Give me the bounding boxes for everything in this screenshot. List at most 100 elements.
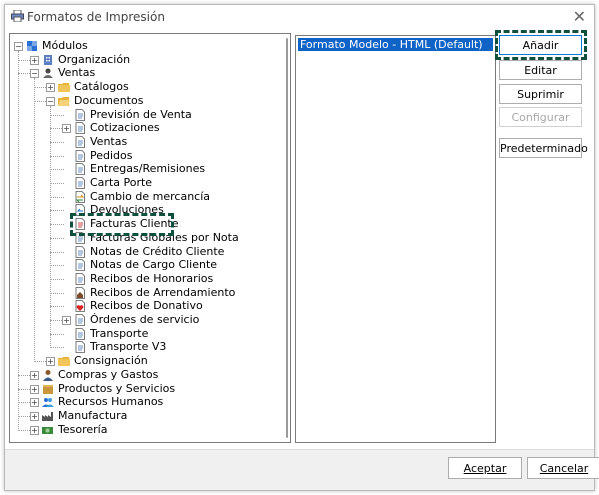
expand-icon[interactable]: + bbox=[46, 83, 55, 93]
print-formats-window: Formatos de Impresión ✕ − Módulos + Organiz… bbox=[4, 4, 599, 491]
exchange-icon bbox=[75, 190, 85, 203]
tree-node-label: Recibos de Donativo bbox=[90, 299, 203, 313]
tree-node[interactable]: Carta Porte bbox=[10, 176, 280, 190]
formats-list[interactable]: Formato Modelo - HTML (Default) bbox=[295, 35, 496, 443]
tree-node[interactable]: − Documentos bbox=[10, 94, 280, 108]
tree-node-label: Manufactura bbox=[58, 408, 128, 422]
format-item-selected[interactable]: Formato Modelo - HTML (Default) bbox=[298, 38, 493, 51]
folder-icon bbox=[58, 357, 70, 367]
tree-connector bbox=[50, 347, 64, 349]
tree-scrollbar[interactable] bbox=[284, 34, 290, 442]
tree-node-label: Recursos Humanos bbox=[58, 395, 164, 409]
tree-connector bbox=[50, 265, 64, 267]
expand-icon[interactable]: + bbox=[30, 411, 39, 421]
folder-open-icon bbox=[58, 96, 70, 106]
tree-node[interactable]: Ventas bbox=[10, 135, 280, 149]
tree-connector bbox=[50, 278, 64, 280]
tree-node-label: Documentos bbox=[74, 93, 144, 107]
collapse-icon[interactable]: − bbox=[14, 42, 23, 51]
expand-icon[interactable]: + bbox=[30, 398, 39, 408]
printer-icon bbox=[11, 10, 24, 22]
tree-node-label: Pedidos bbox=[90, 148, 133, 162]
tree-node[interactable]: Notas de Crédito Cliente bbox=[10, 245, 280, 259]
edit-button[interactable]: Editar bbox=[499, 60, 582, 80]
expand-icon[interactable]: + bbox=[30, 425, 39, 435]
tree-node-label: Organización bbox=[58, 52, 131, 66]
tree-node[interactable]: Recibos de Arrendamiento bbox=[10, 286, 280, 300]
collapse-icon[interactable]: − bbox=[30, 69, 39, 79]
expand-icon[interactable]: + bbox=[30, 55, 39, 65]
tree-node[interactable]: Notas de Cargo Cliente bbox=[10, 258, 280, 272]
tree-node[interactable]: + Consignación bbox=[10, 354, 280, 368]
expand-icon[interactable]: + bbox=[46, 357, 55, 367]
close-button[interactable]: ✕ bbox=[573, 7, 586, 26]
tree-node-label: Notas de Crédito Cliente bbox=[90, 244, 225, 258]
expand-icon[interactable]: + bbox=[30, 384, 39, 394]
tree-node[interactable]: − Módulos bbox=[10, 39, 280, 53]
window-title: Formatos de Impresión bbox=[27, 10, 165, 24]
document-icon bbox=[75, 245, 85, 258]
tree-connector bbox=[50, 155, 64, 157]
person-icon bbox=[43, 369, 53, 381]
title-bar: Formatos de Impresión ✕ bbox=[5, 5, 594, 27]
tree-node-label: Notas de Cargo Cliente bbox=[90, 258, 218, 272]
set-default-button[interactable]: Predeterminado bbox=[499, 138, 588, 158]
tree-node[interactable]: + Productos y Servicios bbox=[10, 382, 280, 396]
tree-connector bbox=[50, 196, 64, 198]
tree-node-label: Consignación bbox=[74, 354, 148, 368]
tree-node[interactable]: Cambio de mercancía bbox=[10, 190, 280, 204]
tree-node[interactable]: + Cotizaciones bbox=[10, 121, 280, 135]
expand-icon[interactable]: + bbox=[62, 124, 71, 134]
tree-node-label: Tesorería bbox=[58, 422, 108, 436]
accept-button[interactable]: Aceptar bbox=[448, 457, 522, 479]
house-icon bbox=[75, 286, 85, 299]
tree-node[interactable]: + Catálogos bbox=[10, 80, 280, 94]
document-icon bbox=[75, 108, 85, 121]
cancel-button[interactable]: Cancelar bbox=[527, 457, 599, 479]
add-button-highlight bbox=[495, 30, 587, 60]
folder-icon bbox=[58, 83, 70, 93]
tree-connector bbox=[50, 141, 64, 143]
document-icon bbox=[75, 272, 85, 285]
tree-node-label: Compras y Gastos bbox=[58, 367, 159, 381]
tree-node[interactable]: Entregas/Remisiones bbox=[10, 162, 280, 176]
tree-node-label: Carta Porte bbox=[90, 176, 153, 189]
document-icon bbox=[75, 149, 85, 162]
tree-node[interactable]: + Tesorería bbox=[10, 423, 280, 437]
collapse-icon[interactable]: − bbox=[46, 96, 55, 106]
accept-label: Aceptar bbox=[463, 462, 507, 475]
dialog-footer: Aceptar Cancelar bbox=[5, 449, 599, 490]
tree-node[interactable]: + Compras y Gastos bbox=[10, 368, 280, 382]
tree-node[interactable]: + Manufactura bbox=[10, 409, 280, 423]
tree-node[interactable]: − Ventas bbox=[10, 66, 280, 80]
tree-node[interactable]: Recibos de Donativo bbox=[10, 299, 280, 313]
tree-node[interactable]: + Organización bbox=[10, 53, 280, 67]
tree-node[interactable]: Recibos de Honorarios bbox=[10, 272, 280, 286]
tree-node[interactable]: Pedidos bbox=[10, 149, 280, 163]
tree-node-label: Órdenes de servicio bbox=[90, 313, 200, 326]
tree-node[interactable]: + Recursos Humanos bbox=[10, 395, 280, 409]
tree-connector bbox=[50, 292, 64, 294]
tree-connector bbox=[50, 114, 64, 116]
delete-button[interactable]: Suprimir bbox=[499, 84, 582, 104]
tree-connector bbox=[50, 224, 64, 226]
document-icon bbox=[75, 259, 85, 272]
people-icon bbox=[42, 398, 54, 408]
tree-node-label: Cambio de mercancía bbox=[90, 189, 211, 203]
tree-node-label: Ventas bbox=[58, 66, 96, 80]
tree-connector bbox=[50, 183, 64, 184]
document-icon bbox=[75, 327, 85, 340]
expand-icon[interactable]: + bbox=[30, 370, 39, 380]
tree-node[interactable]: + Órdenes de servicio bbox=[10, 313, 280, 327]
tree-node[interactable]: Transporte bbox=[10, 327, 280, 341]
expand-icon[interactable]: + bbox=[62, 316, 71, 325]
document-icon bbox=[75, 122, 85, 135]
configure-button[interactable]: Configurar bbox=[499, 107, 582, 127]
tree-node[interactable]: Previsión de Venta bbox=[10, 108, 280, 122]
document-icon bbox=[75, 341, 85, 354]
tree-node[interactable]: Transporte V3 bbox=[10, 340, 280, 354]
tree-node-label: Recibos de Honorarios bbox=[90, 271, 214, 285]
document-icon bbox=[75, 314, 85, 326]
modules-tree[interactable]: − Módulos + Organización − Ventas + Catálogos − D… bbox=[9, 33, 291, 443]
cancel-label: Cancelar bbox=[539, 462, 589, 475]
